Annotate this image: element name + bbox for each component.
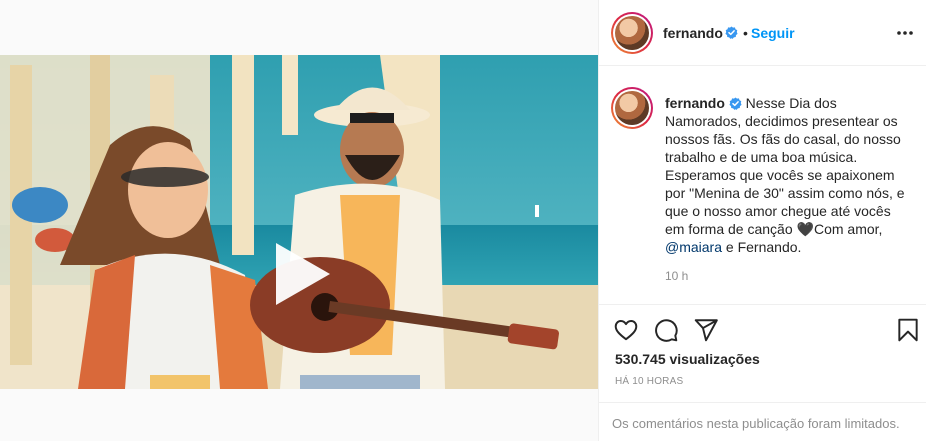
caption-area: fernando Nesse Dia dos Namorados, decidi… <box>599 67 926 303</box>
post-panel: fernando • Seguir fernando Nesse Dia dos… <box>598 0 926 441</box>
caption-heart-emoji: 🖤 <box>796 221 814 237</box>
header-separator: • <box>743 25 748 41</box>
comment-icon[interactable] <box>653 317 679 343</box>
caption-avatar[interactable] <box>611 87 653 129</box>
follow-button[interactable]: Seguir <box>751 25 795 41</box>
media-area <box>0 0 598 441</box>
bookmark-icon[interactable] <box>895 317 921 343</box>
video-frame <box>0 55 598 389</box>
caption-signoff: e Fernando. <box>722 239 802 255</box>
comments-limited-notice: Os comentários nesta publicação foram li… <box>612 416 900 431</box>
comments-footer: Os comentários nesta publicação foram li… <box>599 402 926 441</box>
author-avatar[interactable] <box>611 12 653 54</box>
more-options-icon[interactable] <box>895 23 915 43</box>
caption-timestamp[interactable]: 10 h <box>665 269 688 283</box>
caption-body: Nesse Dia dos Namorados, decidimos prese… <box>665 95 905 237</box>
posted-timestamp[interactable]: HÁ 10 HORAS <box>615 376 683 387</box>
mention-link[interactable]: @maiara <box>665 239 722 255</box>
heart-icon[interactable] <box>613 317 639 343</box>
views-count[interactable]: 530.745 visualizações <box>615 351 760 367</box>
paper-plane-icon[interactable] <box>693 317 719 343</box>
post-header: fernando • Seguir <box>599 0 926 66</box>
play-icon[interactable] <box>268 241 334 307</box>
views-label: visualizações <box>669 351 760 367</box>
caption-body-end: Com amor, <box>813 221 883 237</box>
views-number: 530.745 <box>615 351 666 367</box>
caption-text: fernando Nesse Dia dos Namorados, decidi… <box>665 94 910 256</box>
author-username[interactable]: fernando <box>663 25 723 41</box>
action-bar: 530.745 visualizações HÁ 10 HORAS <box>599 304 926 404</box>
verified-badge-icon <box>725 26 738 39</box>
video-player[interactable] <box>0 55 598 389</box>
verified-badge-icon <box>729 97 742 110</box>
caption-username[interactable]: fernando <box>665 95 725 111</box>
